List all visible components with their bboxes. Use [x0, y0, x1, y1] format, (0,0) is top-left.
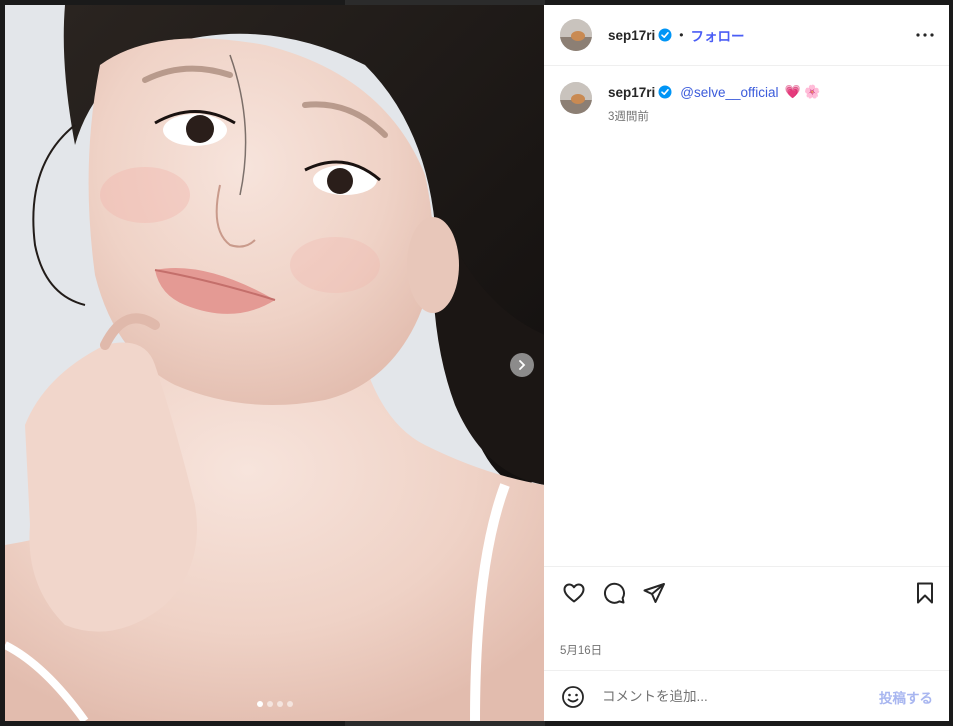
header-separator: • — [679, 28, 684, 42]
carousel-indicator — [5, 701, 544, 707]
comment-button[interactable] — [600, 579, 628, 607]
post-media — [5, 5, 544, 721]
carousel-dot — [276, 701, 283, 707]
post-date[interactable]: 5月16日 — [560, 642, 602, 658]
bookmark-icon — [917, 582, 933, 604]
actions-divider — [544, 566, 949, 567]
chevron-right-icon — [519, 360, 526, 370]
post-header: sep17ri • フォロー — [544, 5, 949, 66]
caption-avatar[interactable] — [560, 82, 592, 114]
author-username[interactable]: sep17ri — [608, 28, 655, 43]
caption-emojis: 💗 🌸 — [784, 84, 821, 99]
comment-bubble-icon — [603, 582, 625, 604]
author-avatar[interactable] — [560, 19, 592, 51]
more-horizontal-icon — [916, 33, 934, 37]
more-options-button[interactable] — [913, 23, 937, 47]
post-comment-button[interactable]: 投稿する — [879, 687, 933, 707]
carousel-dot — [286, 701, 293, 707]
smiley-icon — [562, 685, 584, 708]
carousel-dot — [256, 701, 263, 707]
caption-username[interactable]: sep17ri — [608, 85, 655, 100]
verified-badge-icon — [658, 28, 672, 42]
carousel-next-button[interactable] — [510, 353, 534, 377]
avatar-image — [560, 82, 592, 114]
post-side-panel: sep17ri • フォロー sep17ri @selve__official … — [544, 5, 949, 721]
emoji-picker-button[interactable] — [560, 684, 586, 710]
share-button[interactable] — [640, 579, 668, 607]
action-bar — [560, 579, 933, 609]
avatar-image — [560, 19, 592, 51]
caption-text-line: sep17ri @selve__official 💗 🌸 — [608, 84, 821, 100]
comment-composer: 投稿する — [544, 670, 949, 721]
follow-button[interactable]: フォロー — [691, 25, 745, 45]
caption-body: sep17ri @selve__official 💗 🌸 3週間前 — [608, 82, 821, 124]
save-button[interactable] — [911, 579, 939, 607]
verified-badge-icon — [658, 85, 672, 99]
post-modal: sep17ri • フォロー sep17ri @selve__official … — [5, 5, 949, 721]
like-button[interactable] — [560, 579, 588, 607]
caption: sep17ri @selve__official 💗 🌸 3週間前 — [560, 82, 821, 124]
post-photo — [5, 5, 544, 721]
comment-input[interactable] — [600, 688, 854, 705]
paper-plane-icon — [643, 583, 665, 603]
caption-mention-link[interactable]: @selve__official — [680, 85, 778, 100]
carousel-dot — [266, 701, 273, 707]
caption-timestamp[interactable]: 3週間前 — [608, 108, 821, 124]
heart-icon — [563, 583, 585, 603]
